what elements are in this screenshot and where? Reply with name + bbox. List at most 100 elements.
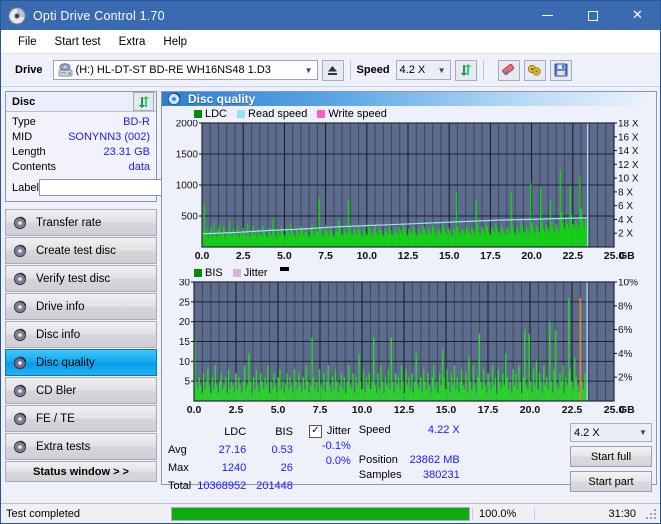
disc-length-value: 23.31 GB (103, 146, 150, 158)
legend-jitter: Jitter (232, 266, 268, 279)
close-button[interactable]: ✕ (615, 1, 660, 30)
sidebar-item-transfer-rate[interactable]: Transfer rate (5, 209, 157, 236)
svg-text:22.5: 22.5 (563, 250, 584, 262)
samples-label: Samples (358, 469, 402, 481)
stats-ldc-total: 10368952 (197, 480, 247, 493)
legend-label-read-speed: Read speed (248, 107, 308, 120)
sidebar-item-create-test-disc[interactable]: Create test disc (5, 237, 157, 264)
sidebar-item-cd-bler[interactable]: CD Bler (5, 377, 157, 404)
panel-header: Disc quality (162, 92, 656, 106)
resize-grip-icon[interactable] (644, 507, 658, 521)
stats-row-max: Max (168, 462, 189, 475)
sidebar-item-extra-tests[interactable]: Extra tests (5, 433, 157, 460)
chevron-down-icon: ▼ (437, 65, 446, 75)
svg-text:17.5: 17.5 (480, 250, 501, 262)
stats-corner (168, 423, 197, 441)
svg-text:10 X: 10 X (618, 174, 639, 185)
disc-info-box: Disc Type BD-R MID SONYNN3 (002) Length … (5, 91, 243, 202)
chevron-down-icon: ▼ (304, 65, 313, 75)
menu-extra[interactable]: Extra (110, 34, 155, 50)
disc-refresh-button[interactable] (133, 92, 154, 111)
drive-select[interactable]: (H:) HL-DT-ST BD-RE WH16NS48 1.D3 ▼ (52, 60, 318, 80)
test-speed-select[interactable]: 4.2 X ▼ (570, 423, 652, 442)
progress-fill (172, 507, 469, 520)
spacer-left (359, 438, 402, 453)
disc-contents-value: data (128, 161, 150, 173)
ldc-legend: LDC Read speed Write speed (164, 107, 654, 120)
svg-text:5.0: 5.0 (277, 250, 292, 262)
tools-button[interactable] (523, 59, 546, 81)
svg-text:2.5: 2.5 (229, 404, 244, 416)
disc-info-rows: Type BD-R MID SONYNN3 (002) Length 23.31… (6, 112, 243, 201)
ldc-chart-wrap: LDC Read speed Write speed 2000 1500 1000 5… (162, 106, 656, 265)
status-window-wrap: Status window > > (5, 461, 157, 485)
svg-text:6 X: 6 X (618, 201, 633, 212)
sidebar-item-disc-quality[interactable]: Disc quality (5, 349, 157, 376)
position-value: 23862 MB (409, 454, 460, 466)
disc-row-length: Length 23.31 GB (12, 145, 150, 160)
sidebar-item-label: Create test disc (36, 244, 116, 257)
disc-mid-key: MID (12, 131, 33, 143)
disc-label-key: Label (12, 181, 39, 194)
eject-button[interactable] (321, 59, 344, 81)
svg-text:7.5: 7.5 (313, 404, 328, 416)
svg-text:20.0: 20.0 (520, 404, 541, 416)
svg-text:GB: GB (619, 404, 635, 416)
stats-area: LDC BIS Avg 27.16 0.53 Max 1240 26 Total… (162, 419, 656, 498)
status-window-button[interactable]: Status window > > (5, 461, 157, 482)
start-part-button[interactable]: Start part (570, 471, 652, 492)
legend-ldc: LDC (194, 108, 227, 120)
sidebar-item-disc-info[interactable]: Disc info (5, 321, 157, 348)
legend-swatch-jitter (232, 268, 241, 277)
ldc-chart[interactable]: 2000 1500 1000 500 18 X 16 X 14 X 12 X 10 X 8 X 6 … (164, 120, 654, 265)
disc-info-header: Disc (6, 92, 156, 112)
tools-icon (527, 64, 541, 76)
svg-text:10%: 10% (618, 279, 638, 289)
menu-help[interactable]: Help (154, 34, 196, 50)
svg-text:5.0: 5.0 (271, 404, 286, 416)
svg-text:25: 25 (179, 297, 191, 308)
minimize-button[interactable] (525, 1, 570, 30)
jitter-checkbox[interactable]: ✓ (308, 424, 322, 438)
svg-text:18 X: 18 X (618, 120, 639, 130)
spacer-right (410, 438, 460, 453)
sidebar-item-verify-test-disc[interactable]: Verify test disc (5, 265, 157, 292)
svg-text:6%: 6% (618, 325, 633, 336)
sidebar-item-fe-te[interactable]: FE / TE (5, 405, 157, 432)
jitter-toggle-row: ✓ Jitter (308, 423, 351, 439)
menu-file[interactable]: File (9, 34, 46, 50)
svg-text:8 X: 8 X (618, 187, 633, 198)
test-speed-value: 4.2 X (574, 426, 600, 439)
stats-header-row: LDC BIS (168, 423, 303, 441)
legend-swatch-read-speed (237, 109, 246, 118)
disc-length-key: Length (12, 146, 46, 158)
app-window: Opti Drive Control 1.70 ✕ File Start tes… (0, 0, 661, 524)
window-title: Opti Drive Control 1.70 (33, 8, 165, 23)
drive-value: (H:) HL-DT-ST BD-RE WH16NS48 1.D3 (75, 64, 271, 76)
legend-label-jitter: Jitter (243, 266, 268, 279)
legend-swatch-write-speed (317, 109, 326, 118)
refresh-button[interactable] (454, 59, 477, 81)
sidebar-item-drive-info[interactable]: Drive info (5, 293, 157, 320)
disc-icon (13, 412, 27, 425)
eraser-icon (502, 63, 515, 76)
sidebar: Disc Type BD-R MID SONYNN3 (002) Length … (1, 87, 243, 485)
speed-stat-label: Speed (358, 424, 391, 436)
sidebar-item-label: Disc quality (36, 356, 95, 369)
sidebar-item-label: Verify test disc (36, 272, 111, 285)
disc-quality-icon (167, 92, 181, 106)
sidebar-item-label: FE / TE (36, 412, 75, 425)
save-button[interactable] (549, 59, 572, 81)
bis-chart[interactable]: 30 25 20 15 10 5 10% 8% 6% 4% 2% 0.0 2.5 5.0 7.5 10.0 12… (164, 279, 654, 419)
svg-text:20: 20 (179, 317, 191, 328)
disc-contents-key: Contents (12, 161, 57, 173)
sidebar-item-label: Drive info (36, 300, 85, 313)
erase-button[interactable] (497, 59, 520, 81)
maximize-button[interactable] (570, 1, 615, 30)
speed-select[interactable]: 4.2 X ▼ (395, 60, 451, 80)
disc-icon (13, 272, 27, 285)
speed-column: Speed 4.22 X Position 23862 MB Samples 3… (359, 423, 460, 496)
table-row: Avg 27.16 0.53 (168, 441, 303, 459)
start-full-button[interactable]: Start full (570, 446, 652, 467)
menu-start-test[interactable]: Start test (46, 34, 110, 50)
